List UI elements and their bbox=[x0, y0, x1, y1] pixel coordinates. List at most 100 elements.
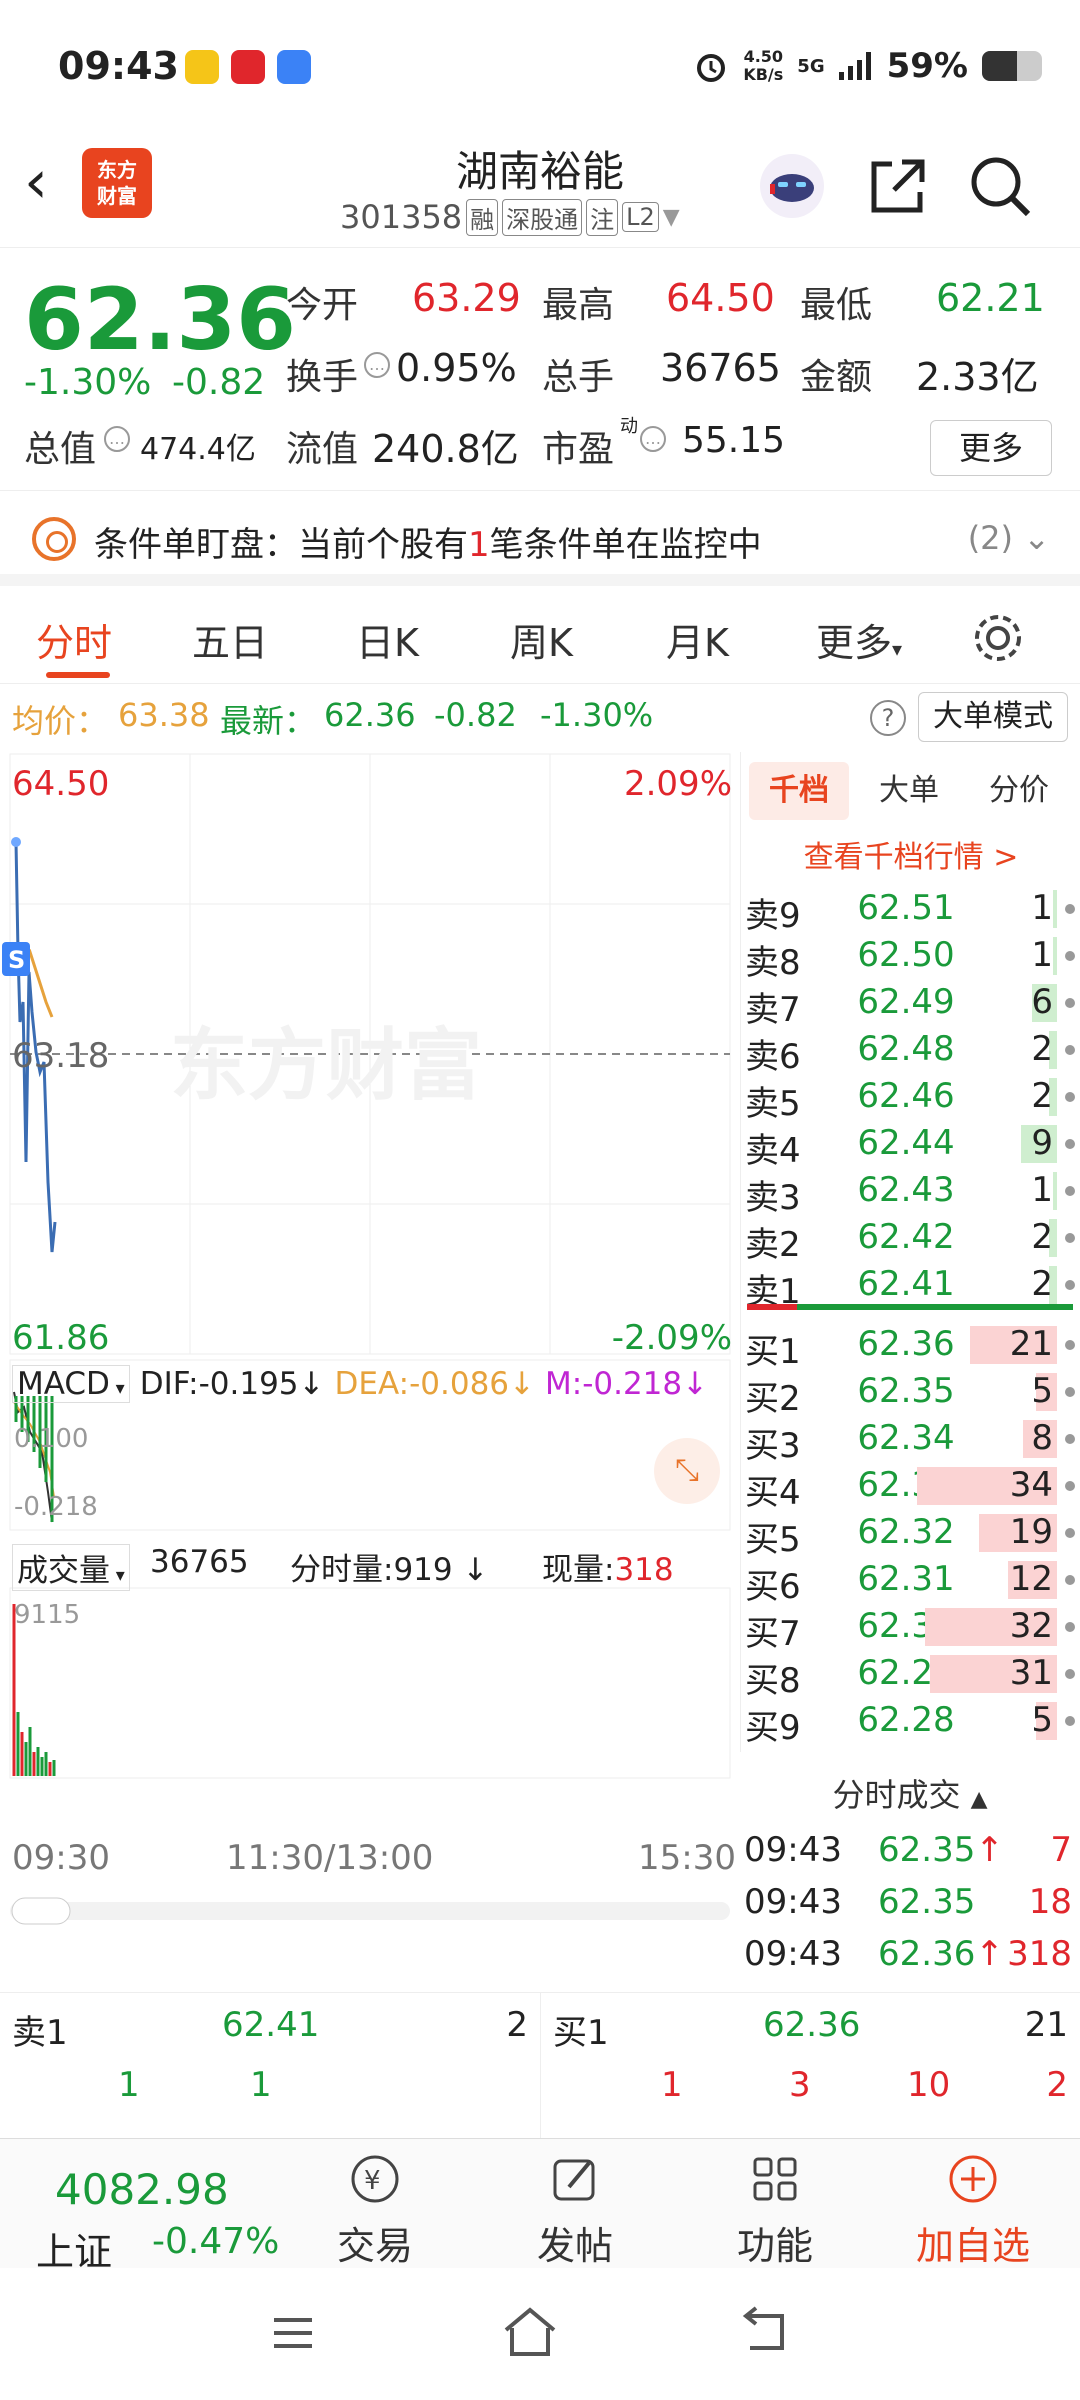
amount-value: 2.33亿 bbox=[916, 355, 1039, 399]
tag-connect: 深股通 bbox=[502, 198, 583, 236]
level-price: 62.50 bbox=[857, 935, 955, 975]
info-icon[interactable]: … bbox=[364, 352, 390, 378]
tab-monthly[interactable]: 月K bbox=[666, 612, 729, 667]
home-icon[interactable] bbox=[500, 2304, 560, 2360]
ask-row[interactable]: 卖9 62.51 1 bbox=[741, 884, 1080, 936]
ask1-detail: 1 bbox=[118, 2065, 140, 2105]
stock-code-row[interactable]: 301358 融 深股通 注 L2 ▼ bbox=[340, 198, 680, 236]
help-icon[interactable]: ? bbox=[870, 700, 906, 736]
info-icon[interactable]: … bbox=[104, 426, 130, 452]
ask-row[interactable]: 卖2 62.42 2 bbox=[741, 1213, 1080, 1265]
level-price: 62.32 bbox=[857, 1512, 955, 1552]
level-volume-bar bbox=[1053, 937, 1057, 975]
condition-order-banner[interactable]: 条件单盯盘：当前个股有1笔条件单在监控中 (2) ⌄ bbox=[0, 490, 1080, 586]
tick-price: 62.36↑ bbox=[878, 1934, 1004, 1974]
macd-legend: MACD ▾ DIF:-0.195↓ DEA:-0.086↓ M:-0.218↓ bbox=[12, 1360, 708, 1408]
tab-price-dist[interactable]: 分价 bbox=[969, 762, 1069, 820]
ask-row[interactable]: 卖8 62.50 1 bbox=[741, 931, 1080, 983]
tab-5day[interactable]: 五日 bbox=[192, 612, 268, 667]
share-icon[interactable] bbox=[858, 146, 938, 226]
pe-label: 市盈 bbox=[542, 429, 615, 470]
ask-row[interactable]: 卖1 62.41 2 bbox=[741, 1260, 1080, 1312]
more-button[interactable]: 更多 bbox=[930, 420, 1052, 476]
tab-weekly[interactable]: 周K bbox=[510, 612, 573, 667]
amount-label: 金额 bbox=[800, 357, 873, 398]
level-qty: 12 bbox=[1009, 1559, 1053, 1599]
pe-sup: 动 bbox=[620, 416, 638, 437]
level-dot bbox=[1065, 1139, 1075, 1149]
bid1-label: 买1 bbox=[553, 2013, 609, 2053]
functions-button[interactable]: 功能 bbox=[700, 2149, 850, 2270]
ask-row[interactable]: 卖7 62.49 6 bbox=[741, 978, 1080, 1030]
bid-row[interactable]: 买3 62.34 8 bbox=[741, 1414, 1080, 1466]
tick-time: 09:43 bbox=[744, 1830, 842, 1870]
bid-row[interactable]: 买8 62.29 31 bbox=[741, 1649, 1080, 1701]
bid-row[interactable]: 买1 62.36 21 bbox=[741, 1320, 1080, 1372]
macd-selector[interactable]: MACD ▾ bbox=[12, 1365, 130, 1403]
level-label: 卖7 bbox=[745, 990, 801, 1030]
info-icon[interactable]: … bbox=[640, 426, 666, 452]
menu-icon[interactable] bbox=[268, 2308, 318, 2358]
tab-daily[interactable]: 日K bbox=[356, 612, 419, 667]
time-label-open: 09:30 bbox=[12, 1838, 110, 1878]
mktcap-value: 474.4亿 bbox=[140, 432, 256, 467]
level-qty: 5 bbox=[1031, 1371, 1053, 1411]
ask-row[interactable]: 卖4 62.44 9 bbox=[741, 1119, 1080, 1171]
depth-link[interactable]: 查看千档行情 > bbox=[741, 832, 1080, 876]
chevron-down-icon[interactable]: ▼ bbox=[663, 205, 680, 230]
bid-row[interactable]: 买9 62.28 5 bbox=[741, 1696, 1080, 1748]
intraday-chart[interactable]: 东方财富 S 64.50 2.09% 63.18 61.86 -2.09% MA… bbox=[0, 752, 740, 1992]
bid-row[interactable]: 买6 62.31 12 bbox=[741, 1555, 1080, 1607]
big-order-mode-button[interactable]: 大单模式 bbox=[918, 692, 1068, 742]
level-qty: 2 bbox=[1031, 1217, 1053, 1257]
tick-header[interactable]: 分时成交 ▲ bbox=[740, 1770, 1080, 1816]
alarm-icon bbox=[697, 54, 726, 82]
level-dot bbox=[1065, 1528, 1075, 1538]
bid-row[interactable]: 买5 62.32 19 bbox=[741, 1508, 1080, 1560]
tab-more[interactable]: 更多▾ bbox=[816, 612, 902, 667]
post-button[interactable]: 发帖 bbox=[500, 2149, 650, 2270]
index-value: 4082.98 bbox=[55, 2165, 229, 2214]
volume-selector[interactable]: 成交量 ▾ bbox=[12, 1544, 130, 1591]
volume-legend: 成交量 ▾ 36765 分时量:919 ↓ 现量:318 bbox=[12, 1538, 732, 1591]
chg-pct-value: -1.30% bbox=[540, 696, 654, 734]
assistant-robot-icon[interactable] bbox=[752, 146, 832, 226]
level-price: 62.41 bbox=[857, 1264, 955, 1304]
index-change: -0.47% bbox=[152, 2221, 280, 2262]
search-icon[interactable] bbox=[960, 146, 1040, 226]
bid1-detail: 2 bbox=[1046, 2065, 1068, 2105]
ask-row[interactable]: 卖3 62.43 1 bbox=[741, 1166, 1080, 1218]
ask-row[interactable]: 卖5 62.46 2 bbox=[741, 1072, 1080, 1124]
chart-scrollbar[interactable] bbox=[10, 1902, 730, 1920]
bid-row[interactable]: 买2 62.35 5 bbox=[741, 1367, 1080, 1419]
book-tabs: 千档 大单 分价 bbox=[749, 762, 1079, 822]
expand-icon[interactable]: ⤡ bbox=[654, 1438, 720, 1504]
bid-row[interactable]: 买4 62.33 34 bbox=[741, 1461, 1080, 1513]
tab-big-order[interactable]: 大单 bbox=[859, 762, 959, 820]
level-dot bbox=[1065, 1622, 1075, 1632]
back-nav-icon[interactable] bbox=[736, 2306, 792, 2358]
low-label: 最低 bbox=[800, 285, 873, 326]
taobao-icon bbox=[231, 50, 265, 84]
edit-icon bbox=[553, 2159, 595, 2201]
banner-count: (2) ⌄ bbox=[967, 519, 1050, 557]
gear-icon[interactable] bbox=[968, 608, 1028, 668]
index-ticker[interactable]: 4082.98 上证 -0.47% bbox=[0, 2139, 300, 2274]
tab-intraday[interactable]: 分时 bbox=[36, 612, 112, 667]
ask1-price: 62.41 bbox=[222, 2005, 320, 2045]
add-watchlist-button[interactable]: 加自选 bbox=[898, 2149, 1048, 2270]
last-price: 62.36 bbox=[24, 270, 297, 370]
tick-row: 09:43 62.35 18 bbox=[740, 1878, 1080, 1926]
order-book: 千档 大单 分价 查看千档行情 > 卖9 62.51 1 卖8 62.50 1 卖7 62.4… bbox=[740, 752, 1080, 1752]
level-label: 买2 bbox=[745, 1379, 801, 1419]
bid-row[interactable]: 买7 62.30 32 bbox=[741, 1602, 1080, 1654]
scroll-handle[interactable] bbox=[11, 1897, 71, 1925]
trade-button[interactable]: ¥ 交易 bbox=[300, 2149, 450, 2270]
weibo-icon bbox=[185, 50, 219, 84]
level-label: 卖6 bbox=[745, 1037, 801, 1077]
level-qty: 2 bbox=[1031, 1264, 1053, 1304]
float-value: 240.8亿 bbox=[372, 427, 519, 471]
ask-row[interactable]: 卖6 62.48 2 bbox=[741, 1025, 1080, 1077]
level-qty: 31 bbox=[1009, 1653, 1053, 1693]
tab-depth[interactable]: 千档 bbox=[749, 762, 849, 820]
